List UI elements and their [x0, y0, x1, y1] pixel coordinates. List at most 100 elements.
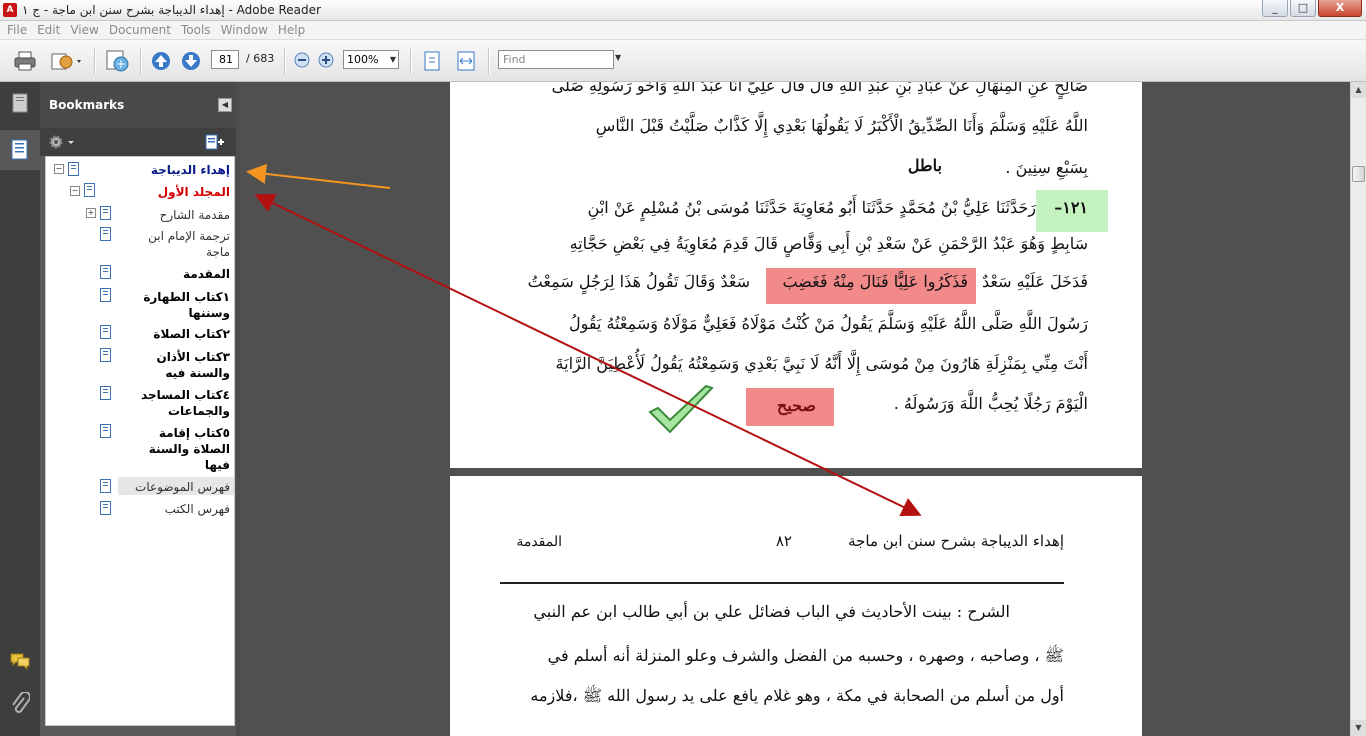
menu-edit[interactable]: Edit	[37, 23, 60, 37]
navigation-rail	[0, 82, 40, 736]
attachments-button[interactable]	[0, 692, 40, 716]
scroll-down-button[interactable]: ▼	[1351, 720, 1366, 736]
batil-label: باطل	[907, 156, 942, 175]
close-button[interactable]: X	[1318, 0, 1362, 17]
text-line: فَدَخَلَ عَلَيْهِ سَعْدٌ	[982, 272, 1088, 291]
attach-button[interactable]	[102, 47, 132, 75]
bookmark-item-continued[interactable]: فيها	[205, 457, 230, 473]
document-view[interactable]: صَالِحٍ عَنِ الْمِنْهَالِ عَنْ عَبَّادِ …	[240, 82, 1350, 736]
bookmark-page-icon	[100, 325, 111, 339]
bookmark-item[interactable]: ٥كتاب إقامة	[159, 425, 230, 441]
collapse-toggle[interactable]: −	[54, 164, 64, 174]
vertical-scrollbar[interactable]: ▲ ▼	[1350, 82, 1366, 736]
bookmark-item-continued[interactable]: والسنة فيه	[165, 365, 230, 381]
bookmark-item[interactable]: ٣كتاب الأذان	[156, 349, 230, 365]
menu-document[interactable]: Document	[109, 23, 171, 37]
bookmark-page-icon	[100, 227, 111, 241]
share-button[interactable]	[48, 49, 86, 73]
paperclip-icon	[12, 692, 30, 713]
bookmark-item[interactable]: ١كتاب الطهارة	[143, 289, 230, 305]
bookmark-item[interactable]: فهرس الموضوعات	[135, 479, 230, 495]
document-share-icon	[51, 53, 81, 70]
text-line: اللَّهُ عَلَيْهِ وَسَلَّمَ وَأَنَا الصِّ…	[595, 116, 1088, 135]
bookmarks-panel-button[interactable]	[0, 130, 40, 170]
page-header-number: ٨٢	[775, 532, 792, 550]
header-rule	[500, 582, 1064, 584]
fit-width-button[interactable]	[454, 49, 478, 73]
pdf-page: إهداء الديباجة بشرح سنن ابن ماجة ٨٢ المق…	[450, 476, 1142, 736]
minus-circle-icon	[294, 52, 310, 68]
print-button[interactable]	[12, 49, 38, 73]
maximize-button[interactable]: □	[1290, 0, 1316, 17]
previous-page-button[interactable]	[150, 50, 172, 72]
menu-view[interactable]: View	[70, 23, 98, 37]
bookmark-item[interactable]: ٤كتاب المساجد	[141, 387, 230, 403]
text-line: أَنْتَ مِنِّي بِمَنْزِلَةِ هَارُونَ مِنْ…	[555, 354, 1088, 373]
fit-page-button[interactable]	[420, 49, 444, 73]
scroll-thumb[interactable]	[1352, 166, 1365, 182]
zoom-value: 100%	[347, 53, 379, 66]
text-line: رَحَدَّثَنَا عَلِيُّ بْنُ مُحَمَّدٍ حَدَ…	[587, 198, 1036, 217]
sahih-label: صحيح	[776, 396, 816, 415]
bookmark-item[interactable]: مقدمة الشارح	[160, 207, 230, 223]
bookmark-page-icon	[100, 206, 111, 220]
fit-page-icon	[424, 51, 440, 71]
toolbar-separator	[488, 48, 490, 74]
hadith-number: ١٢١–	[1054, 198, 1088, 217]
bookmark-item-continued[interactable]: الصلاة والسنة	[149, 441, 230, 457]
comments-button[interactable]	[0, 652, 40, 670]
collapse-toggle[interactable]: −	[70, 186, 80, 196]
arrow-up-icon	[152, 52, 170, 70]
bookmark-item[interactable]: فهرس الكتب	[165, 501, 230, 517]
bookmark-item-continued[interactable]: والجماعات	[168, 403, 230, 419]
text-line: أول من أسلم من الصحابة في مكة ، وهو غلام…	[530, 686, 1064, 705]
bookmark-item[interactable]: المجلد الأول	[158, 184, 230, 200]
gear-icon	[49, 135, 74, 149]
zoom-select[interactable]: 100% ▼	[343, 50, 399, 69]
new-bookmark-button[interactable]	[204, 133, 226, 154]
page-number-input[interactable]: 81	[211, 50, 239, 69]
bookmark-item[interactable]: إهداء الديباجة	[151, 162, 230, 178]
bookmark-page-icon	[100, 288, 111, 302]
next-page-button[interactable]	[180, 50, 202, 72]
bookmark-tree: − إهداء الديباجة − المجلد الأول + مقدمة …	[45, 156, 235, 726]
menu-help[interactable]: Help	[278, 23, 305, 37]
text-line: سَابِطٍ وَهُوَ عَبْدُ الرَّحْمَنِ عَنْ س…	[569, 234, 1088, 253]
menu-file[interactable]: File	[7, 23, 27, 37]
find-input[interactable]: Find	[498, 50, 614, 69]
bookmark-item-continued[interactable]: وسننها	[189, 305, 230, 321]
text-line: رَسُولَ اللَّهِ صَلَّى اللَّهُ عَلَيْهِ …	[568, 314, 1088, 333]
bookmark-item[interactable]: ٢كتاب الصلاة	[153, 326, 230, 342]
chevron-down-icon: ▼	[389, 55, 396, 64]
expand-toggle[interactable]: +	[86, 208, 96, 218]
page-header-section: المقدمة	[516, 534, 562, 550]
menu-window[interactable]: Window	[221, 23, 268, 37]
bookmark-page-icon	[100, 265, 111, 279]
bookmark-page-icon	[84, 183, 95, 197]
bookmark-page-icon	[68, 162, 79, 176]
menu-tools[interactable]: Tools	[181, 23, 211, 37]
pages-panel-button[interactable]	[0, 92, 40, 114]
zoom-out-button[interactable]	[294, 52, 310, 68]
bookmark-item-continued[interactable]: ماجة	[206, 244, 230, 260]
printer-icon	[14, 51, 36, 71]
minimize-button[interactable]: _	[1262, 0, 1288, 17]
new-bookmark-icon	[205, 134, 224, 150]
panel-title: Bookmarks	[49, 98, 125, 112]
find-dropdown-icon[interactable]: ▼	[615, 53, 621, 62]
adobe-reader-icon: A	[3, 3, 17, 17]
collapse-panel-button[interactable]: ◀	[218, 98, 232, 112]
bookmark-page-icon	[100, 386, 111, 400]
bookmark-item[interactable]: ترجمة الإمام ابن	[148, 228, 230, 244]
scroll-up-button[interactable]: ▲	[1351, 82, 1366, 98]
plus-circle-icon	[318, 52, 334, 68]
comment-icon	[10, 653, 30, 670]
bookmark-page-icon	[100, 348, 111, 362]
toolbar-separator	[410, 48, 412, 74]
page-header-title: إهداء الديباجة بشرح سنن ابن ماجة	[848, 532, 1064, 550]
text-line: بِسَبْعِ سِنِينَ .	[1005, 158, 1088, 177]
bookmark-item[interactable]: المقدمة	[183, 266, 230, 282]
bookmark-page-icon	[100, 501, 111, 515]
options-button[interactable]	[48, 134, 76, 153]
zoom-in-button[interactable]	[318, 52, 334, 68]
